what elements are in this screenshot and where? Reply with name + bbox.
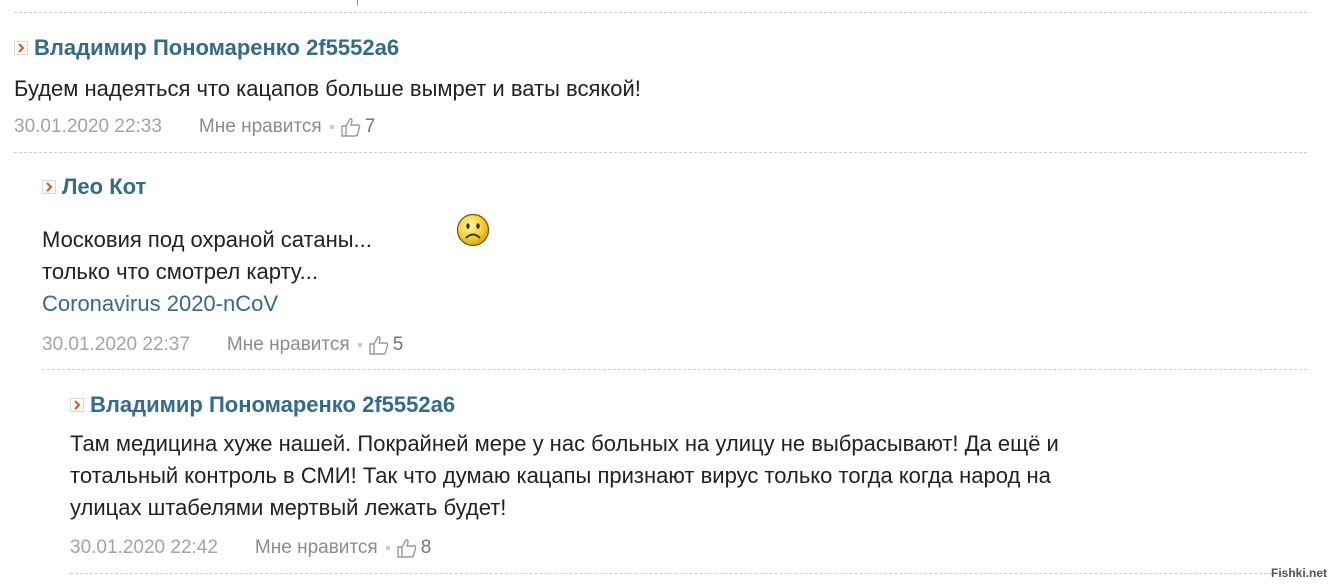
comment-text: Московия под охраной сатаны... только чт… [42, 224, 403, 320]
comment-header: Владимир Пономаренко 2f5552a6 [14, 33, 641, 63]
author-link[interactable]: Владимир Пономаренко 2f5552a6 [34, 35, 399, 61]
comment-text-line: Московия под охраной сатаны... [42, 227, 372, 252]
thumbs-up-icon[interactable] [368, 334, 390, 356]
comment-meta: 30.01.2020 22:37 Мне нравится 5 [42, 332, 403, 358]
like-count: 5 [392, 334, 404, 355]
thumbs-up-icon[interactable] [396, 537, 418, 559]
coronavirus-link[interactable]: Coronavirus 2020-nCoV [42, 291, 278, 316]
dot-separator [329, 125, 334, 129]
comment: Владимир Пономаренко 2f5552a6 Будем наде… [14, 33, 641, 140]
dot-separator [357, 343, 362, 347]
comment: Лео Кот Московия под охраной сатаны... т… [42, 172, 403, 358]
top-divider-tick [357, 0, 358, 6]
comment: Владимир Пономаренко 2f5552a6 Там медици… [70, 390, 1300, 561]
comment-text: Там медицина хуже нашей. Покрайней мере … [70, 428, 1300, 524]
comment-text-line: тотальный контроль в СМИ! Так что думаю … [70, 463, 1051, 488]
comment-date: 30.01.2020 22:42 [70, 537, 218, 558]
comment-separator [14, 152, 1307, 153]
thumbs-up-icon[interactable] [340, 116, 362, 138]
comment-date: 30.01.2020 22:33 [14, 116, 162, 137]
chevron-right-icon[interactable] [42, 180, 56, 194]
comment-text-line: Будем надеяться что кацапов больше вымре… [14, 76, 641, 101]
comment-header: Лео Кот [42, 172, 403, 202]
dot-separator [385, 546, 390, 550]
like-count: 7 [364, 116, 376, 137]
comment-separator [42, 369, 1307, 370]
comment-text-line: улицах штабелями мертвый лежать будет! [70, 495, 507, 520]
comment-text-line: только что смотрел карту... [42, 259, 318, 284]
comment-separator [70, 573, 1307, 574]
comment-text: Будем надеяться что кацапов больше вымре… [14, 73, 641, 105]
chevron-right-icon[interactable] [14, 41, 28, 55]
author-link[interactable]: Лео Кот [62, 174, 146, 200]
like-button[interactable]: Мне нравится [255, 537, 378, 559]
chevron-right-icon[interactable] [70, 398, 84, 412]
comment-header: Владимир Пономаренко 2f5552a6 [70, 390, 1300, 420]
like-button[interactable]: Мне нравится [199, 116, 322, 138]
comment-text-line: Там медицина хуже нашей. Покрайней мере … [70, 431, 1059, 456]
like-button[interactable]: Мне нравится [227, 334, 350, 356]
site-watermark: Fishki.net [1270, 566, 1327, 580]
comment-meta: 30.01.2020 22:33 Мне нравится 7 [14, 114, 641, 140]
author-link[interactable]: Владимир Пономаренко 2f5552a6 [90, 392, 455, 418]
comment-date: 30.01.2020 22:37 [42, 334, 190, 355]
sad-smiley-icon [456, 213, 490, 252]
like-count: 8 [420, 537, 432, 558]
comment-meta: 30.01.2020 22:42 Мне нравится 8 [70, 535, 1300, 561]
comment-separator [14, 12, 1307, 13]
